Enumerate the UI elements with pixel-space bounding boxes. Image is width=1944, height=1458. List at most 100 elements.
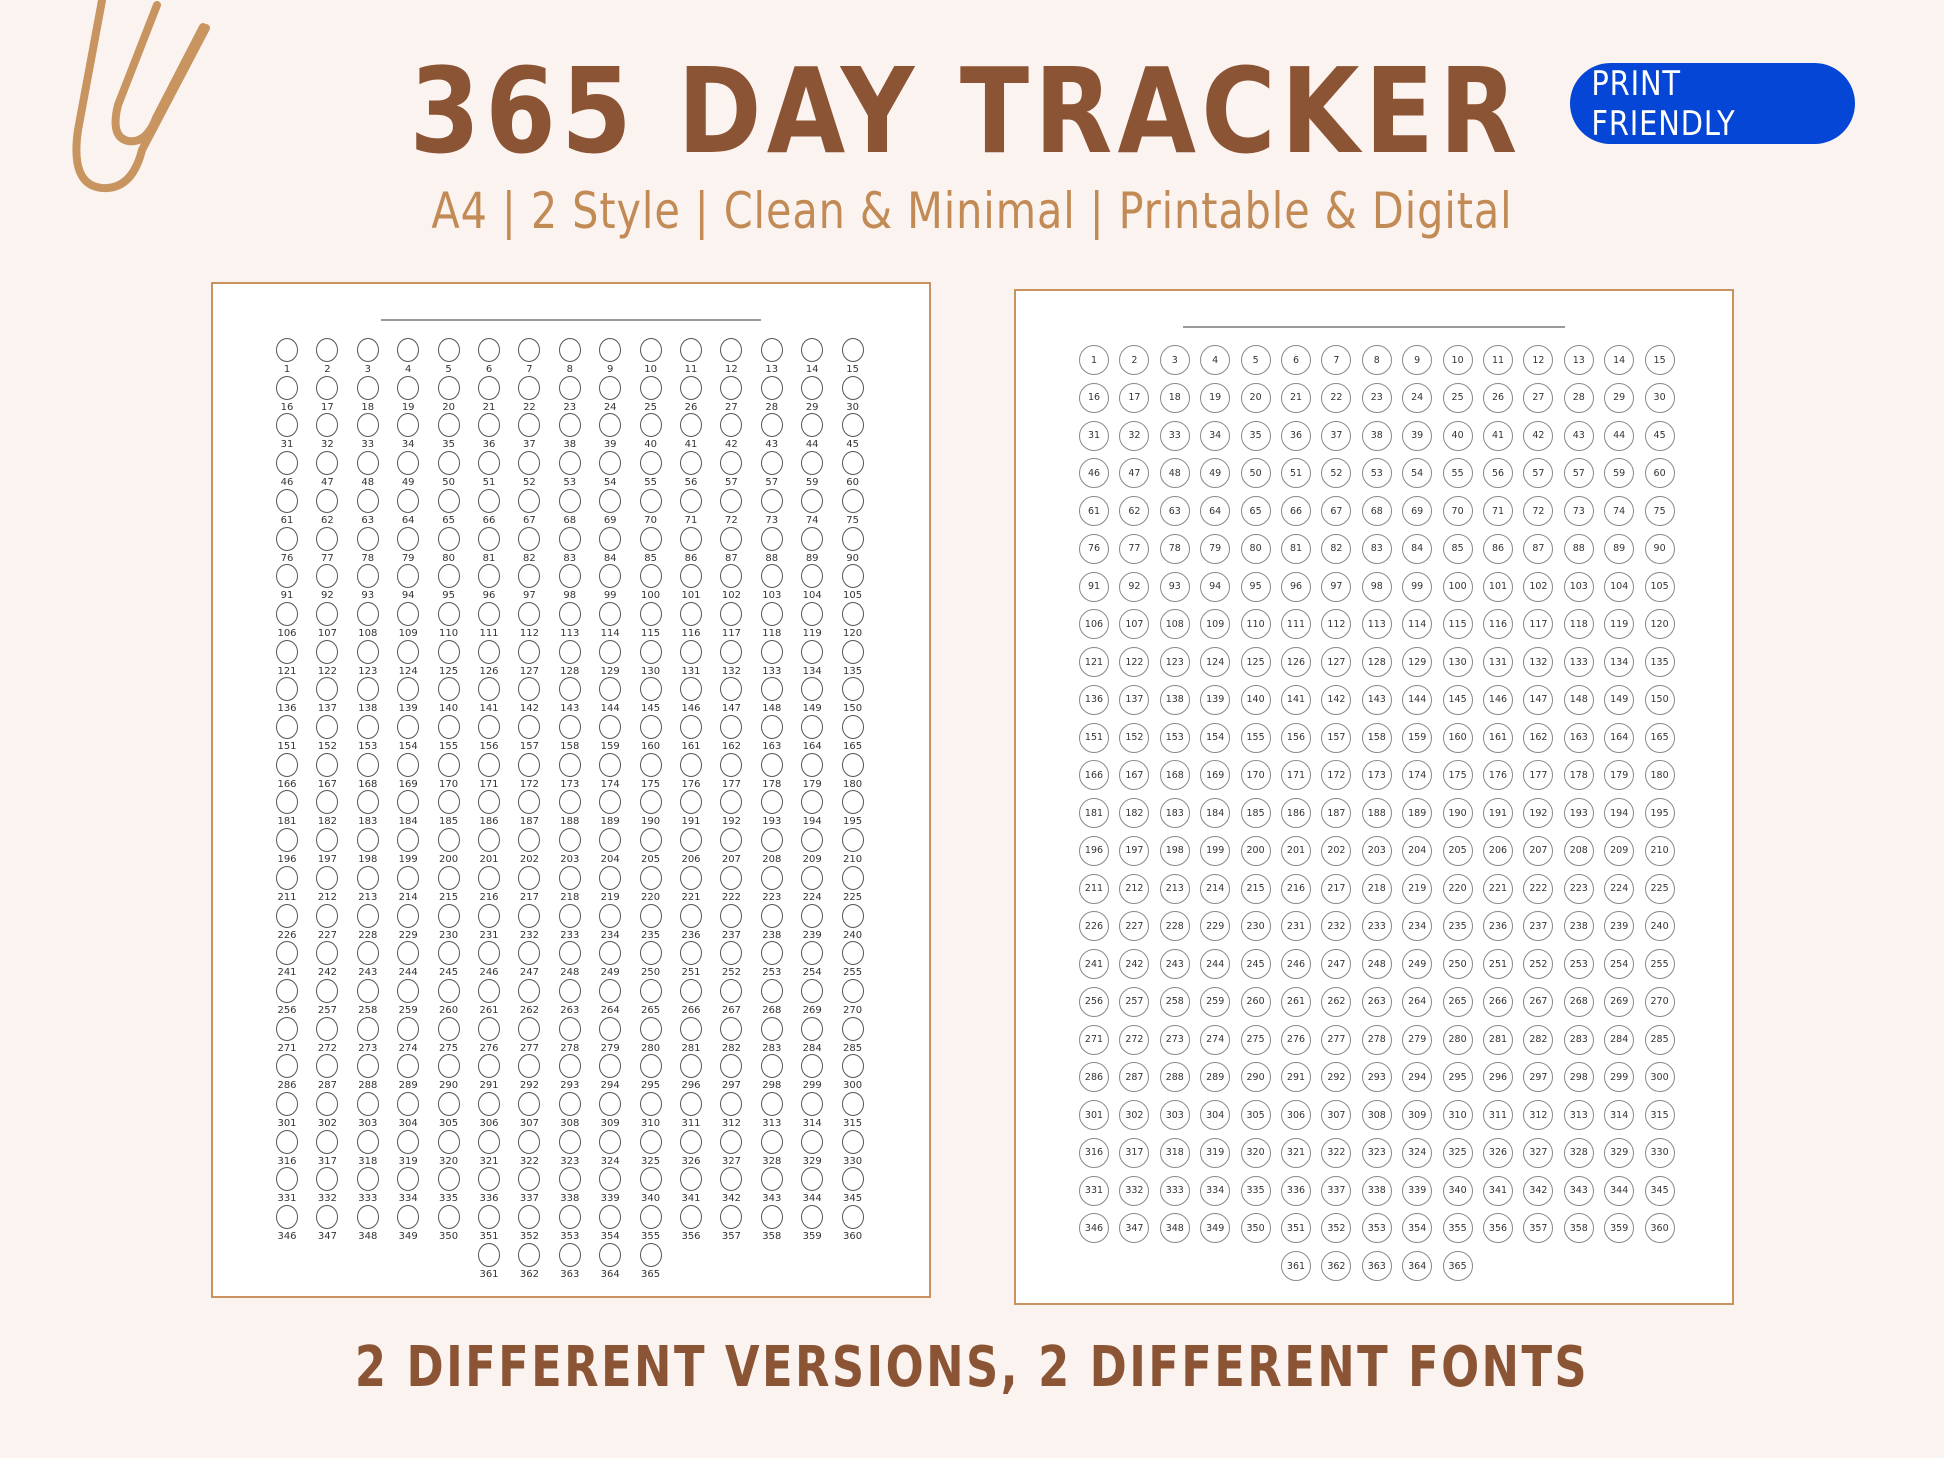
day-circle[interactable] bbox=[276, 752, 298, 777]
day-circle[interactable]: 142 bbox=[1321, 684, 1352, 715]
day-circle[interactable]: 357 bbox=[1523, 1213, 1554, 1244]
day-circle[interactable]: 241 bbox=[1079, 949, 1109, 979]
day-circle[interactable] bbox=[316, 639, 339, 664]
day-circle[interactable]: 125 bbox=[1240, 647, 1271, 677]
day-circle[interactable]: 363 bbox=[1361, 1251, 1392, 1281]
day-circle[interactable] bbox=[599, 338, 622, 362]
day-circle[interactable] bbox=[478, 1242, 500, 1267]
day-circle[interactable] bbox=[841, 941, 864, 966]
day-circle[interactable]: 322 bbox=[1321, 1137, 1352, 1168]
day-circle[interactable] bbox=[558, 941, 581, 966]
day-circle[interactable] bbox=[356, 865, 379, 890]
day-circle[interactable] bbox=[841, 375, 864, 400]
day-circle[interactable] bbox=[639, 526, 662, 551]
day-circle[interactable] bbox=[397, 451, 420, 476]
day-circle[interactable]: 172 bbox=[1321, 760, 1352, 791]
day-circle[interactable] bbox=[720, 526, 743, 551]
day-circle[interactable]: 203 bbox=[1361, 835, 1392, 866]
day-circle[interactable] bbox=[599, 375, 622, 400]
day-circle[interactable] bbox=[841, 601, 864, 626]
day-circle[interactable] bbox=[801, 601, 824, 626]
day-circle[interactable] bbox=[680, 903, 702, 928]
day-circle[interactable]: 234 bbox=[1402, 911, 1433, 942]
day-circle[interactable]: 196 bbox=[1079, 835, 1109, 866]
day-circle[interactable] bbox=[276, 865, 298, 890]
day-circle[interactable]: 226 bbox=[1079, 911, 1109, 942]
day-circle[interactable]: 111 bbox=[1281, 609, 1311, 640]
day-circle[interactable] bbox=[680, 865, 702, 890]
day-circle[interactable]: 171 bbox=[1281, 760, 1311, 791]
day-circle[interactable] bbox=[276, 1205, 298, 1230]
day-circle[interactable]: 129 bbox=[1402, 647, 1433, 677]
day-circle[interactable] bbox=[841, 715, 864, 739]
day-circle[interactable]: 12 bbox=[1523, 345, 1554, 375]
day-circle[interactable]: 164 bbox=[1604, 722, 1635, 753]
day-circle[interactable]: 78 bbox=[1159, 533, 1190, 564]
day-circle[interactable]: 293 bbox=[1361, 1062, 1392, 1093]
day-circle[interactable] bbox=[356, 941, 379, 966]
day-circle[interactable]: 53 bbox=[1361, 458, 1392, 489]
day-circle[interactable]: 252 bbox=[1523, 949, 1554, 979]
day-circle[interactable] bbox=[356, 1205, 379, 1230]
day-circle[interactable] bbox=[518, 903, 541, 928]
day-circle[interactable] bbox=[680, 1129, 702, 1154]
day-circle[interactable] bbox=[397, 828, 420, 853]
day-circle[interactable]: 342 bbox=[1523, 1175, 1554, 1206]
day-circle[interactable] bbox=[680, 488, 702, 513]
day-circle[interactable]: 168 bbox=[1159, 760, 1190, 791]
day-circle[interactable]: 136 bbox=[1079, 684, 1109, 715]
day-circle[interactable] bbox=[760, 677, 783, 702]
day-circle[interactable]: 60 bbox=[1644, 458, 1675, 489]
day-circle[interactable]: 13 bbox=[1563, 345, 1594, 375]
day-circle[interactable]: 117 bbox=[1523, 609, 1554, 640]
day-circle[interactable]: 100 bbox=[1442, 571, 1473, 602]
day-circle[interactable]: 319 bbox=[1200, 1137, 1231, 1168]
day-circle[interactable]: 79 bbox=[1200, 533, 1231, 564]
day-circle[interactable]: 89 bbox=[1604, 533, 1635, 564]
day-circle[interactable]: 260 bbox=[1240, 986, 1271, 1017]
day-circle[interactable]: 297 bbox=[1523, 1062, 1554, 1093]
day-circle[interactable]: 67 bbox=[1321, 496, 1352, 526]
day-circle[interactable]: 207 bbox=[1523, 835, 1554, 866]
day-circle[interactable] bbox=[397, 1016, 420, 1041]
day-circle[interactable]: 324 bbox=[1402, 1137, 1433, 1168]
day-circle[interactable] bbox=[720, 1054, 743, 1079]
day-circle[interactable]: 126 bbox=[1281, 647, 1311, 677]
day-circle[interactable] bbox=[760, 488, 783, 513]
day-circle[interactable] bbox=[680, 601, 702, 626]
day-circle[interactable] bbox=[356, 1054, 379, 1079]
day-circle[interactable]: 118 bbox=[1563, 609, 1594, 640]
day-circle[interactable]: 341 bbox=[1483, 1175, 1513, 1206]
day-circle[interactable] bbox=[397, 1205, 420, 1230]
day-circle[interactable] bbox=[316, 1016, 339, 1041]
day-circle[interactable]: 127 bbox=[1321, 647, 1352, 677]
day-circle[interactable]: 166 bbox=[1079, 760, 1109, 791]
day-circle[interactable] bbox=[720, 639, 743, 664]
day-circle[interactable] bbox=[478, 790, 500, 815]
day-circle[interactable] bbox=[558, 413, 581, 438]
day-circle[interactable] bbox=[397, 941, 420, 966]
day-circle[interactable] bbox=[801, 1016, 824, 1041]
day-circle[interactable] bbox=[639, 978, 662, 1003]
day-circle[interactable] bbox=[316, 1129, 339, 1154]
day-circle[interactable]: 61 bbox=[1079, 496, 1109, 526]
day-circle[interactable]: 104 bbox=[1604, 571, 1635, 602]
day-circle[interactable] bbox=[801, 451, 824, 476]
day-circle[interactable] bbox=[801, 978, 824, 1003]
day-circle[interactable] bbox=[760, 790, 783, 815]
day-circle[interactable]: 169 bbox=[1200, 760, 1231, 791]
day-circle[interactable]: 264 bbox=[1402, 986, 1433, 1017]
day-circle[interactable]: 152 bbox=[1119, 722, 1150, 753]
day-circle[interactable]: 135 bbox=[1644, 647, 1675, 677]
day-circle[interactable] bbox=[639, 941, 662, 966]
day-circle[interactable] bbox=[478, 1016, 500, 1041]
day-circle[interactable] bbox=[599, 526, 622, 551]
day-circle[interactable] bbox=[801, 413, 824, 438]
day-circle[interactable]: 250 bbox=[1442, 949, 1473, 979]
day-circle[interactable]: 4 bbox=[1200, 345, 1231, 375]
day-circle[interactable]: 131 bbox=[1483, 647, 1513, 677]
day-circle[interactable]: 220 bbox=[1442, 873, 1473, 904]
day-circle[interactable]: 174 bbox=[1402, 760, 1433, 791]
day-circle[interactable] bbox=[558, 639, 581, 664]
day-circle[interactable] bbox=[437, 1205, 460, 1230]
